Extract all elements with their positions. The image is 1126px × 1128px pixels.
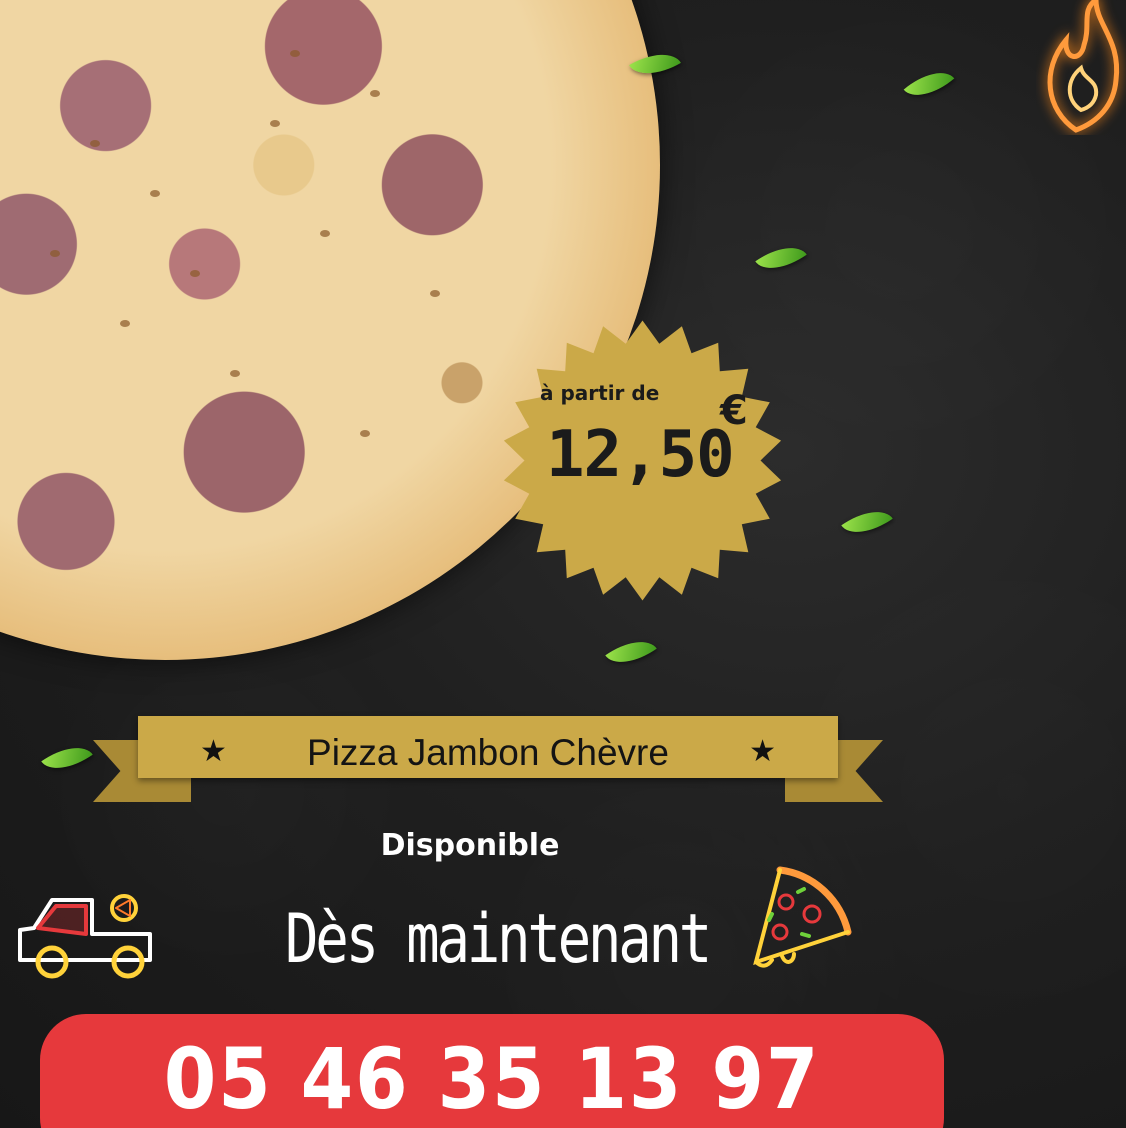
availability-label: Disponible <box>380 828 560 863</box>
pizza-name: Pizza Jambon Chèvre <box>307 732 669 773</box>
pizza-slice-icon <box>753 866 852 968</box>
currency-symbol: € <box>720 388 748 434</box>
title-ribbon: ★ Pizza Jambon Chèvre ★ <box>93 716 883 802</box>
promo-poster: à partir de 12,50 € ★ Pizza Jambon Chèvr… <box>0 0 1126 1128</box>
delivery-truck-icon <box>18 894 152 979</box>
availability-text: Dès maintenant <box>285 900 712 979</box>
flame-logo-icon <box>1047 0 1120 133</box>
price-prefix: à partir de <box>540 381 660 405</box>
phone-number[interactable]: 05 46 35 13 97 <box>85 1030 899 1128</box>
price-value: 12,50 <box>546 418 735 492</box>
ribbon-banner: ★ Pizza Jambon Chèvre ★ <box>138 716 838 778</box>
star-icon: ★ <box>749 734 776 769</box>
